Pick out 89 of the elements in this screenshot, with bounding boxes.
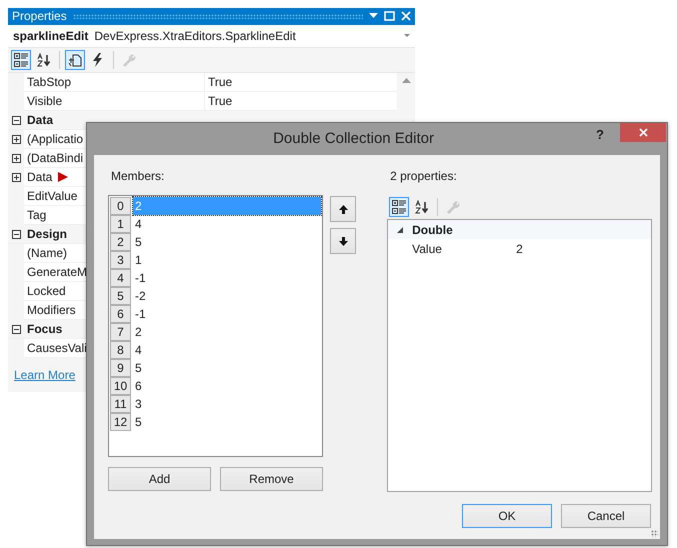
member-item[interactable]: -1 xyxy=(133,305,321,323)
index-button[interactable]: 9 xyxy=(110,359,131,377)
property-row[interactable]: Visible True xyxy=(24,92,397,111)
members-label: Members: xyxy=(110,169,166,185)
member-item[interactable]: 3 xyxy=(133,395,321,413)
category-label: Design xyxy=(27,227,68,241)
index-button[interactable]: 7 xyxy=(110,323,131,341)
property-name: Modifiers xyxy=(27,303,76,317)
maximize-icon[interactable] xyxy=(384,11,395,22)
property-row[interactable]: TabStop True xyxy=(24,73,397,92)
toolbar-button[interactable] xyxy=(389,197,410,217)
help-button[interactable]: ? xyxy=(580,123,620,142)
category-label: Data xyxy=(27,113,54,127)
property-name: Locked xyxy=(27,284,66,298)
toolbar-button[interactable] xyxy=(65,50,85,70)
close-icon xyxy=(638,128,648,137)
index-button[interactable]: 2 xyxy=(110,233,131,251)
member-item[interactable]: 5 xyxy=(133,233,321,251)
collapse-icon[interactable] xyxy=(12,324,20,334)
cancel-button[interactable]: Cancel xyxy=(561,504,651,528)
category-label: Focus xyxy=(27,322,62,336)
property-name: (Name) xyxy=(27,246,68,260)
triangle-icon[interactable] xyxy=(397,226,404,232)
index-button[interactable]: 5 xyxy=(110,287,131,305)
ok-button[interactable]: OK xyxy=(462,504,552,528)
property-value[interactable]: 2 xyxy=(514,242,523,256)
property-name: Tag xyxy=(27,208,46,222)
arrow-down-icon xyxy=(338,236,348,246)
object-name: sparklineEdit xyxy=(13,28,88,43)
member-item[interactable]: -2 xyxy=(133,287,321,305)
expand-icon[interactable] xyxy=(12,154,20,162)
member-item[interactable]: 4 xyxy=(133,341,321,359)
dropdown-icon[interactable] xyxy=(369,13,378,20)
property-name: CausesVali xyxy=(27,341,87,355)
dialog-title: Double Collection Editor xyxy=(272,129,435,147)
arrow-up-icon xyxy=(338,204,348,214)
property-name: Value xyxy=(412,242,443,256)
member-item[interactable]: 6 xyxy=(133,377,321,395)
wrench-icon xyxy=(122,53,136,67)
add-button[interactable]: Add xyxy=(108,467,211,491)
toolbar-button[interactable] xyxy=(11,50,31,70)
index-button[interactable]: 10 xyxy=(110,377,131,395)
dropdown-icon[interactable] xyxy=(404,34,410,38)
property-page-icon xyxy=(68,53,82,67)
index-button[interactable]: 12 xyxy=(110,413,131,431)
sort-icon xyxy=(415,200,430,214)
properties-label: 2 properties: xyxy=(389,169,458,185)
move-down-button[interactable] xyxy=(330,228,356,254)
scroll-up-icon[interactable] xyxy=(402,78,410,83)
lightning-icon xyxy=(92,53,104,67)
member-item[interactable]: 4 xyxy=(133,215,321,233)
member-item[interactable]: 5 xyxy=(133,413,321,431)
index-button[interactable]: 3 xyxy=(110,251,131,269)
move-up-button[interactable] xyxy=(330,196,356,222)
index-button[interactable]: 4 xyxy=(110,269,131,287)
categorized-icon xyxy=(392,200,406,214)
property-value: True xyxy=(207,94,232,108)
property-name: (Applicatio xyxy=(27,132,84,146)
collapse-icon[interactable] xyxy=(12,116,20,124)
member-item[interactable]: -1 xyxy=(133,269,321,287)
object-type: DevExpress.XtraEditors.SparklineEdit xyxy=(94,28,297,43)
property-name: GenerateM xyxy=(27,265,88,279)
categorized-icon xyxy=(14,53,28,67)
member-item[interactable]: 5 xyxy=(133,359,321,377)
collapse-icon[interactable] xyxy=(12,230,20,238)
expand-icon[interactable] xyxy=(12,172,20,182)
triangle-icon[interactable] xyxy=(58,172,68,182)
property-name: EditValue xyxy=(27,189,78,203)
wrench-icon xyxy=(446,200,460,214)
learn-more-link[interactable]: Learn More xyxy=(14,368,76,382)
close-icon[interactable] xyxy=(401,11,411,22)
property-name: (DataBindi xyxy=(27,151,84,165)
member-item[interactable]: 1 xyxy=(133,251,321,269)
index-button[interactable]: 0 xyxy=(110,197,131,215)
member-item[interactable]: 2 xyxy=(133,323,321,341)
property-name: TabStop xyxy=(27,75,72,89)
property-name: Visible xyxy=(27,94,62,108)
remove-button[interactable]: Remove xyxy=(220,467,323,491)
index-button[interactable]: 6 xyxy=(110,305,131,323)
close-button[interactable] xyxy=(620,123,666,142)
index-button[interactable]: 8 xyxy=(110,341,131,359)
category-label: Double xyxy=(412,222,454,236)
index-button[interactable]: 11 xyxy=(110,395,131,413)
property-value: True xyxy=(207,75,232,89)
property-name: Data xyxy=(27,170,52,184)
expand-icon[interactable] xyxy=(12,134,20,144)
panel-title: Properties xyxy=(12,9,67,24)
sort-icon xyxy=(37,53,51,67)
index-button[interactable]: 1 xyxy=(110,215,131,233)
